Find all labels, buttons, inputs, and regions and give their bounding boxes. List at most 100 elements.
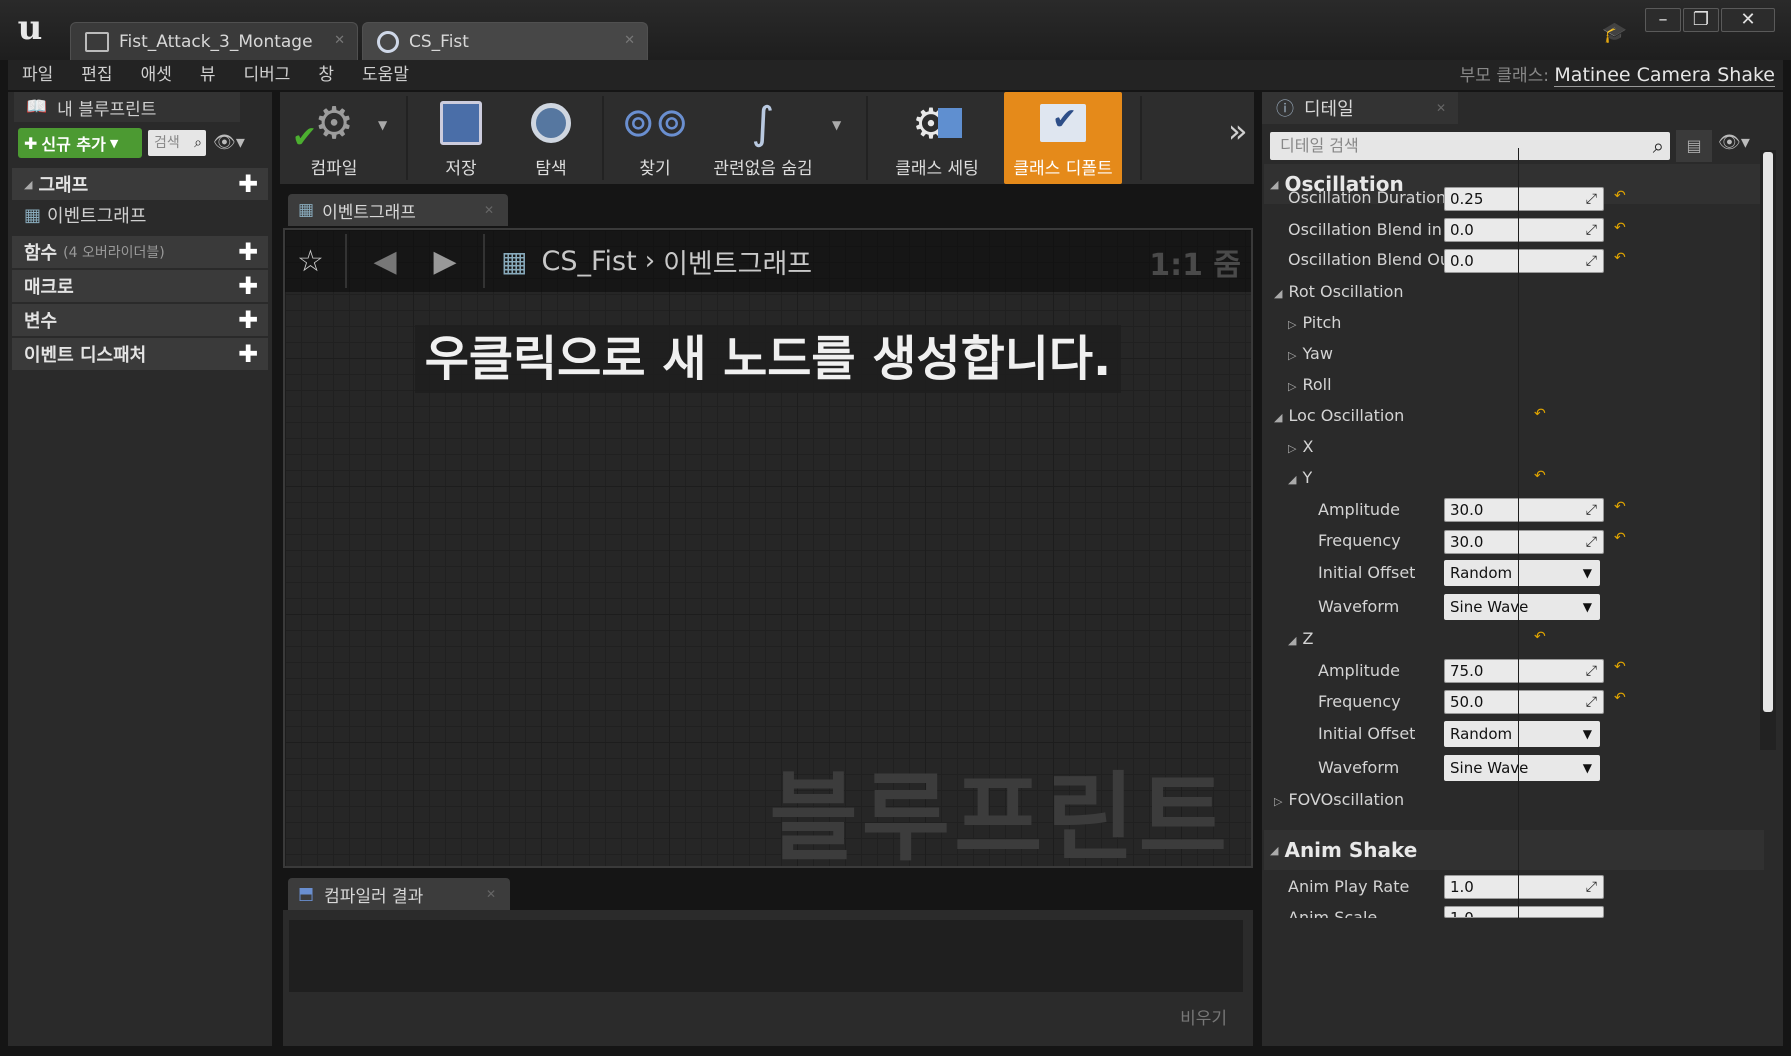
close-tab-icon[interactable]: ✕ xyxy=(624,33,635,48)
menu-edit[interactable]: 편집 xyxy=(67,60,126,90)
doc-tab-fist-attack[interactable]: Fist_Attack_3_Montage ✕ xyxy=(70,22,358,60)
category-variables[interactable]: 변수 ✚ xyxy=(12,304,268,336)
minimize-button[interactable]: – xyxy=(1645,8,1681,32)
y-initial-offset-dropdown[interactable]: Random ▼ xyxy=(1444,560,1600,586)
find-button[interactable]: ⊚⊚ 찾기 xyxy=(610,92,700,184)
reset-default-icon[interactable]: ↶ xyxy=(1614,188,1626,204)
oscillation-blend-out-field[interactable]: 0.0 ⤢ xyxy=(1444,249,1604,273)
toolbar: ⚙ ✔ 컴파일 ▼ 저장 탐색 ⊚⊚ 찾기 ∫ 관련없음 숨김 ▼ ⚙ 클래스 세… xyxy=(280,92,1254,184)
compile-options-chevron-icon[interactable]: ▼ xyxy=(378,118,387,132)
reset-default-icon[interactable]: ↶ xyxy=(1614,220,1626,236)
compile-button[interactable]: ⚙ ✔ 컴파일 xyxy=(284,92,384,184)
close-tab-icon[interactable]: ✕ xyxy=(334,33,345,48)
z-waveform-dropdown[interactable]: Sine Wave ▼ xyxy=(1444,755,1600,781)
add-function-icon[interactable]: ✚ xyxy=(236,240,260,264)
z-amplitude-field[interactable]: 75.0 ⤢ xyxy=(1444,659,1604,683)
browse-button[interactable]: 탐색 xyxy=(506,92,596,184)
reset-default-icon[interactable]: ↶ xyxy=(1614,659,1626,675)
y-waveform-dropdown[interactable]: Sine Wave ▼ xyxy=(1444,594,1600,620)
reset-default-icon[interactable]: ↶ xyxy=(1614,499,1626,515)
close-tab-icon[interactable]: ✕ xyxy=(484,203,494,217)
parent-class-link[interactable]: Matinee Camera Shake xyxy=(1554,64,1775,87)
reset-default-icon[interactable]: ↶ xyxy=(1534,406,1546,422)
details-scrollbar[interactable] xyxy=(1760,150,1776,750)
reset-default-icon[interactable]: ↶ xyxy=(1534,629,1546,645)
reset-default-icon[interactable]: ↶ xyxy=(1614,690,1626,706)
menu-file[interactable]: 파일 xyxy=(8,60,67,90)
add-new-button[interactable]: ✚ 신규 추가 ▼ xyxy=(18,128,142,158)
compiler-icon: ⬒ xyxy=(298,884,315,904)
class-defaults-button[interactable]: ✔ 클래스 디폴트 xyxy=(1004,92,1122,184)
roll-group[interactable]: ▷ Roll xyxy=(1288,375,1332,394)
tab-details[interactable]: ⓘ 디테일 ✕ xyxy=(1262,92,1458,124)
category-event-dispatchers[interactable]: 이벤트 디스패처 ✚ xyxy=(12,338,268,370)
save-button[interactable]: 저장 xyxy=(416,92,506,184)
anim-play-rate-field[interactable]: 1.0 ⤢ xyxy=(1444,875,1604,899)
pitch-group[interactable]: ▷ Pitch xyxy=(1288,313,1341,332)
class-settings-button[interactable]: ⚙ 클래스 세팅 xyxy=(882,92,992,184)
rot-oscillation-group[interactable]: ◢ Rot Oscillation xyxy=(1274,282,1404,301)
menu-asset[interactable]: 애셋 xyxy=(127,60,186,90)
event-graph-canvas[interactable]: ☆ ◀ ▶ ▦ CS_Fist › 이벤트그래프 1:1 줌 우클릭으로 새 노… xyxy=(283,228,1253,874)
clear-button[interactable]: 비우기 xyxy=(1180,1004,1227,1029)
loc-oscillation-group[interactable]: ◢ Loc Oscillation xyxy=(1274,406,1404,425)
hide-unrelated-options-chevron-icon[interactable]: ▼ xyxy=(832,118,841,132)
close-tab-icon[interactable]: ✕ xyxy=(1436,101,1446,115)
close-button[interactable]: ✕ xyxy=(1721,8,1775,32)
graduation-cap-icon[interactable]: 🎓 xyxy=(1602,20,1630,44)
close-tab-icon[interactable]: ✕ xyxy=(486,887,496,901)
z-initial-offset-dropdown[interactable]: Random ▼ xyxy=(1444,721,1600,747)
tab-compiler-results[interactable]: ⬒ 컴파일러 결과 ✕ xyxy=(288,878,510,910)
property-matrix-icon[interactable]: ▤ xyxy=(1676,130,1712,162)
hide-unrelated-button[interactable]: ∫ 관련없음 숨김 xyxy=(698,92,828,184)
z-group[interactable]: ◢ Z xyxy=(1288,629,1313,648)
tab-label: 내 블루프린트 xyxy=(57,99,157,120)
column-splitter[interactable] xyxy=(1518,148,1519,918)
fov-oscillation-group[interactable]: ▷ FOVOscillation xyxy=(1274,790,1404,809)
add-graph-icon[interactable]: ✚ xyxy=(236,172,260,196)
section-anim-shake[interactable]: ◢ Anim Shake xyxy=(1264,830,1764,870)
anim-scale-field[interactable]: 1.0 xyxy=(1444,906,1604,918)
graph-hint: 우클릭으로 새 노드를 생성합니다. xyxy=(415,325,1121,393)
tab-my-blueprint[interactable]: 📖 내 블루프린트 xyxy=(14,92,240,122)
menu-view[interactable]: 뷰 xyxy=(186,60,230,90)
field-value: 30.0 xyxy=(1450,533,1484,551)
x-group[interactable]: ▷ X xyxy=(1288,437,1313,456)
add-variable-icon[interactable]: ✚ xyxy=(236,308,260,332)
graph-item-event-graph[interactable]: ▦ 이벤트그래프 xyxy=(24,202,146,228)
toolbar-overflow-icon[interactable]: » xyxy=(1228,112,1248,150)
category-functions[interactable]: 함수 (4 오버라이더블) ✚ xyxy=(12,236,268,268)
category-graphs[interactable]: ◢ 그래프 ✚ xyxy=(12,168,268,200)
favorite-star-icon[interactable]: ☆ xyxy=(297,244,337,279)
search-placeholder: 디테일 검색 xyxy=(1280,136,1359,155)
category-macros[interactable]: 매크로 ✚ xyxy=(12,270,268,302)
scrollbar-thumb[interactable] xyxy=(1763,152,1773,712)
forward-arrow-icon[interactable]: ▶ xyxy=(415,244,475,279)
y-group[interactable]: ◢ Y xyxy=(1288,468,1312,487)
yaw-group[interactable]: ▷ Yaw xyxy=(1288,344,1333,363)
reset-default-icon[interactable]: ↶ xyxy=(1614,530,1626,546)
breadcrumb-root[interactable]: CS_Fist xyxy=(541,246,636,277)
oscillation-blend-in-field[interactable]: 0.0 ⤢ xyxy=(1444,218,1604,242)
blueprint-search-input[interactable]: 검색 ⌕ xyxy=(148,130,206,156)
y-amplitude-field[interactable]: 30.0 ⤢ xyxy=(1444,498,1604,522)
menu-window[interactable]: 창 xyxy=(304,60,348,90)
add-dispatcher-icon[interactable]: ✚ xyxy=(236,342,260,366)
tab-event-graph[interactable]: ▦ 이벤트그래프 ✕ xyxy=(288,194,508,226)
view-options-eye-icon[interactable]: 👁▾ xyxy=(1718,132,1750,153)
details-search-input[interactable]: 디테일 검색 ⌕ xyxy=(1270,132,1670,160)
oscillation-duration-field[interactable]: 0.25 ⤢ xyxy=(1444,187,1604,211)
category-label: 그래프 xyxy=(38,175,89,196)
dropdown-value: Sine Wave xyxy=(1450,598,1529,616)
add-macro-icon[interactable]: ✚ xyxy=(236,274,260,298)
reset-default-icon[interactable]: ↶ xyxy=(1534,468,1546,484)
menu-help[interactable]: 도움말 xyxy=(348,60,423,90)
back-arrow-icon[interactable]: ◀ xyxy=(355,244,415,279)
y-frequency-field[interactable]: 30.0 ⤢ xyxy=(1444,530,1604,554)
z-frequency-field[interactable]: 50.0 ⤢ xyxy=(1444,690,1604,714)
doc-tab-cs-fist[interactable]: CS_Fist ✕ xyxy=(362,22,648,60)
reset-default-icon[interactable]: ↶ xyxy=(1614,250,1626,266)
restore-button[interactable]: ❐ xyxy=(1683,8,1719,32)
view-options-eye-icon[interactable]: 👁▾ xyxy=(213,128,263,158)
menu-debug[interactable]: 디버그 xyxy=(229,60,304,90)
